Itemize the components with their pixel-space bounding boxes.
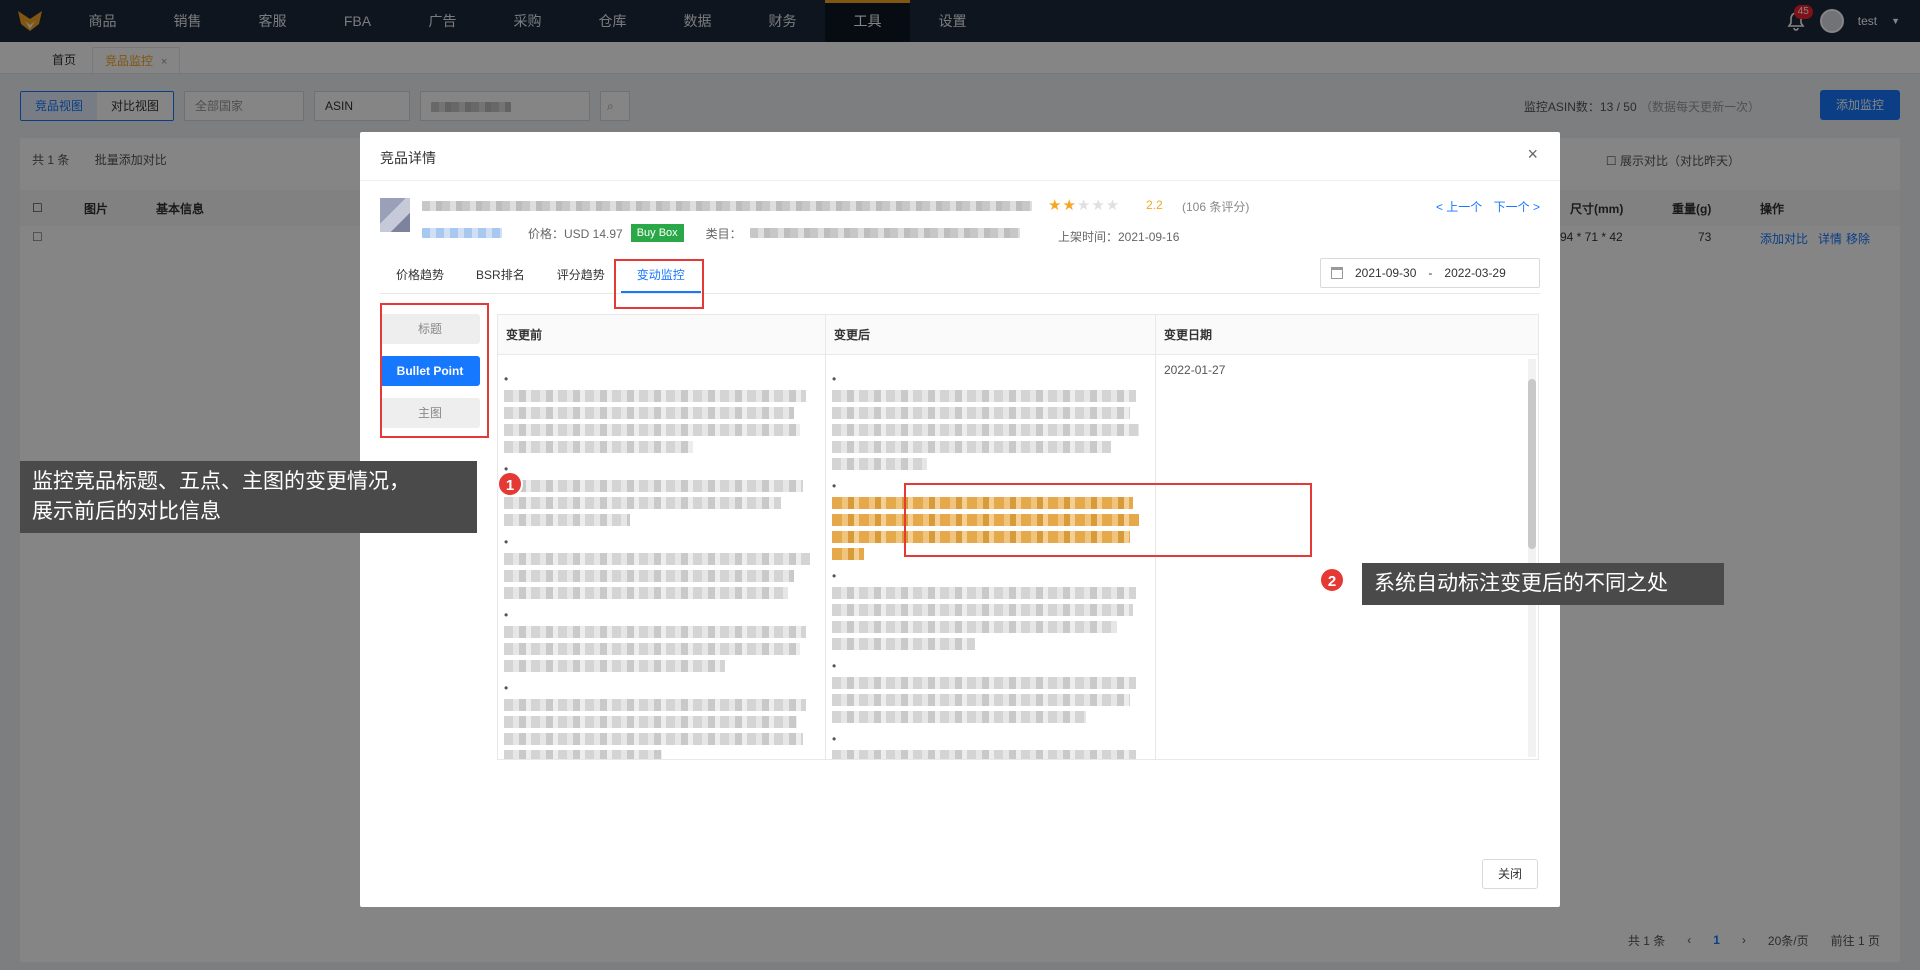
prev-next-nav: < 上一个 下一个 >	[1428, 198, 1540, 215]
date-separator: -	[1428, 266, 1433, 280]
tab-bsr-rank[interactable]: BSR排名	[460, 256, 541, 293]
listed-date: 上架时间：2021-09-16	[1058, 230, 1180, 244]
buybox-badge: Buy Box	[630, 224, 684, 242]
date-end[interactable]: 2022-03-29	[1444, 266, 1505, 280]
tab-rating-trend[interactable]: 评分趋势	[541, 256, 621, 293]
rating-stars: ★★★★★	[1048, 197, 1121, 214]
rating-value: 2.2	[1146, 198, 1163, 212]
marker-2: 2	[1319, 567, 1345, 593]
callout-feature-2: 系统自动标注变更后的不同之处	[1362, 563, 1724, 605]
review-count: (106 条评分)	[1182, 200, 1250, 214]
tab-price-trend[interactable]: 价格趋势	[380, 256, 460, 293]
product-price: 价格：USD 14.97	[528, 226, 623, 241]
annotation-box-fields	[380, 303, 489, 438]
date-start[interactable]: 2021-09-30	[1355, 266, 1416, 280]
col-after-header: 变更后	[826, 315, 1155, 355]
close-icon[interactable]: ×	[1527, 144, 1538, 165]
col-before: 变更前 • • • • •	[498, 315, 826, 759]
annotation-box-highlight	[904, 483, 1312, 557]
callout-feature-1: 监控竞品标题、五点、主图的变更情况， 展示前后的对比信息	[20, 461, 477, 533]
product-thumbnail	[380, 198, 410, 232]
modal-title: 竞品详情	[380, 150, 436, 166]
annotation-box-tab	[614, 259, 704, 309]
col-before-header: 变更前	[498, 315, 825, 355]
calendar-icon	[1331, 267, 1343, 279]
change-date-value: 2022-01-27	[1164, 363, 1226, 377]
marker-1: 1	[497, 471, 523, 497]
date-range-picker[interactable]: 2021-09-30 - 2022-03-29	[1320, 258, 1540, 288]
prev-button[interactable]: < 上一个	[1436, 200, 1482, 214]
product-title	[422, 198, 1032, 212]
col-change-date-header: 变更日期	[1156, 315, 1538, 355]
category-label: 类目：	[705, 226, 742, 241]
product-meta: 价格：USD 14.97 Buy Box 类目：	[422, 224, 1020, 242]
next-button[interactable]: 下一个 >	[1494, 200, 1540, 214]
table-scrollbar-thumb[interactable]	[1528, 379, 1536, 549]
close-button[interactable]: 关闭	[1482, 859, 1538, 889]
